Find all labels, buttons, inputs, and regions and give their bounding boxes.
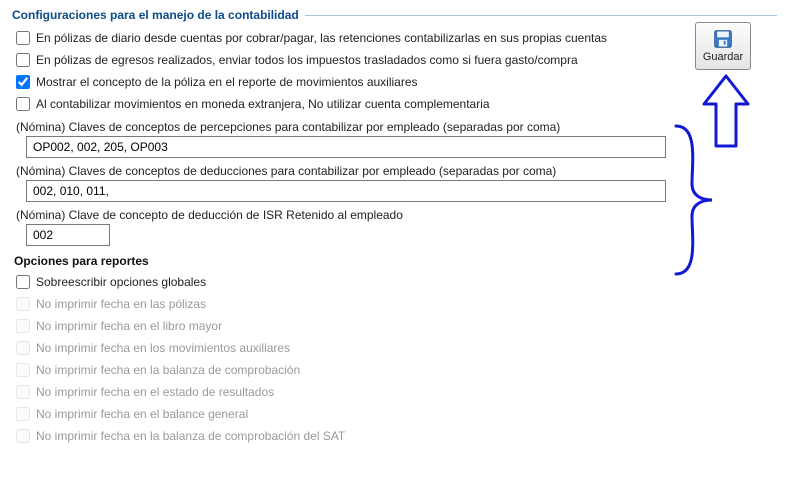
check-egresos-box[interactable] — [16, 53, 30, 67]
check-no-fecha-mov-aux: No imprimir fecha en los movimientos aux… — [16, 338, 777, 358]
check-egresos[interactable]: En pólizas de egresos realizados, enviar… — [16, 50, 777, 70]
check-moneda-extranjera[interactable]: Al contabilizar movimientos en moneda ex… — [16, 94, 777, 114]
floppy-icon — [713, 29, 733, 49]
save-button-label: Guardar — [703, 51, 743, 63]
check-no-fecha-balance-general-box — [16, 407, 30, 421]
check-retenciones[interactable]: En pólizas de diario desde cuentas por c… — [16, 28, 777, 48]
reports-heading: Opciones para reportes — [14, 254, 777, 268]
check-retenciones-box[interactable] — [16, 31, 30, 45]
check-no-fecha-balanza-box — [16, 363, 30, 377]
check-no-fecha-edo-resultados: No imprimir fecha en el estado de result… — [16, 382, 777, 402]
check-no-fecha-balanza-sat-label: No imprimir fecha en la balanza de compr… — [36, 426, 345, 446]
check-no-fecha-polizas-box — [16, 297, 30, 311]
check-no-fecha-mov-aux-label: No imprimir fecha en los movimientos aux… — [36, 338, 290, 358]
check-no-fecha-balance-general-label: No imprimir fecha en el balance general — [36, 404, 248, 424]
nomina-isr-input[interactable] — [26, 224, 110, 246]
group-title-text: Configuraciones para el manejo de la con… — [12, 8, 299, 22]
check-no-fecha-edo-resultados-box — [16, 385, 30, 399]
nomina-perc-input[interactable] — [26, 136, 666, 158]
nomina-perc-label: (Nómina) Claves de conceptos de percepci… — [16, 120, 777, 134]
check-no-fecha-balanza-sat-box — [16, 429, 30, 443]
check-sobreescribir-label: Sobreescribir opciones globales — [36, 272, 206, 292]
check-retenciones-label: En pólizas de diario desde cuentas por c… — [36, 28, 607, 48]
check-no-fecha-balanza-sat: No imprimir fecha en la balanza de compr… — [16, 426, 777, 446]
check-sobreescribir[interactable]: Sobreescribir opciones globales — [16, 272, 777, 292]
check-no-fecha-libro-mayor-label: No imprimir fecha en el libro mayor — [36, 316, 222, 336]
divider — [305, 15, 777, 16]
check-no-fecha-balanza-label: No imprimir fecha en la balanza de compr… — [36, 360, 300, 380]
check-no-fecha-mov-aux-box — [16, 341, 30, 355]
check-mostrar-concepto-box[interactable] — [16, 75, 30, 89]
check-no-fecha-libro-mayor-box — [16, 319, 30, 333]
check-moneda-extranjera-box[interactable] — [16, 97, 30, 111]
check-moneda-extranjera-label: Al contabilizar movimientos en moneda ex… — [36, 94, 490, 114]
check-egresos-label: En pólizas de egresos realizados, enviar… — [36, 50, 578, 70]
check-sobreescribir-box[interactable] — [16, 275, 30, 289]
check-no-fecha-edo-resultados-label: No imprimir fecha en el estado de result… — [36, 382, 274, 402]
check-mostrar-concepto[interactable]: Mostrar el concepto de la póliza en el r… — [16, 72, 777, 92]
check-no-fecha-polizas-label: No imprimir fecha en las pólizas — [36, 294, 206, 314]
check-no-fecha-libro-mayor: No imprimir fecha en el libro mayor — [16, 316, 777, 336]
check-no-fecha-balanza: No imprimir fecha en la balanza de compr… — [16, 360, 777, 380]
save-button[interactable]: Guardar — [695, 22, 751, 70]
nomina-isr-label: (Nómina) Clave de concepto de deducción … — [16, 208, 777, 222]
check-no-fecha-balance-general: No imprimir fecha en el balance general — [16, 404, 777, 424]
nomina-ded-input[interactable] — [26, 180, 666, 202]
check-mostrar-concepto-label: Mostrar el concepto de la póliza en el r… — [36, 72, 418, 92]
nomina-ded-label: (Nómina) Claves de conceptos de deduccio… — [16, 164, 777, 178]
group-title: Configuraciones para el manejo de la con… — [12, 8, 777, 22]
check-no-fecha-polizas: No imprimir fecha en las pólizas — [16, 294, 777, 314]
